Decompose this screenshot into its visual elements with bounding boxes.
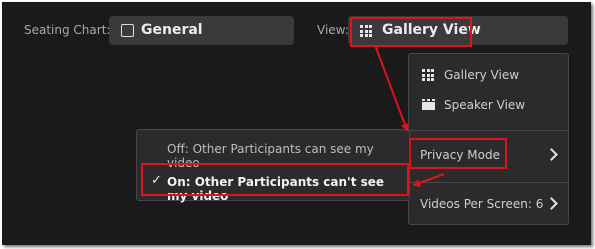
app-window: Seating Chart: General View: Gallery Vie… bbox=[2, 2, 591, 245]
arrow-to-privacy-on bbox=[412, 173, 445, 187]
arrow-to-privacy-mode bbox=[374, 44, 409, 132]
annotation-arrows bbox=[374, 44, 445, 187]
